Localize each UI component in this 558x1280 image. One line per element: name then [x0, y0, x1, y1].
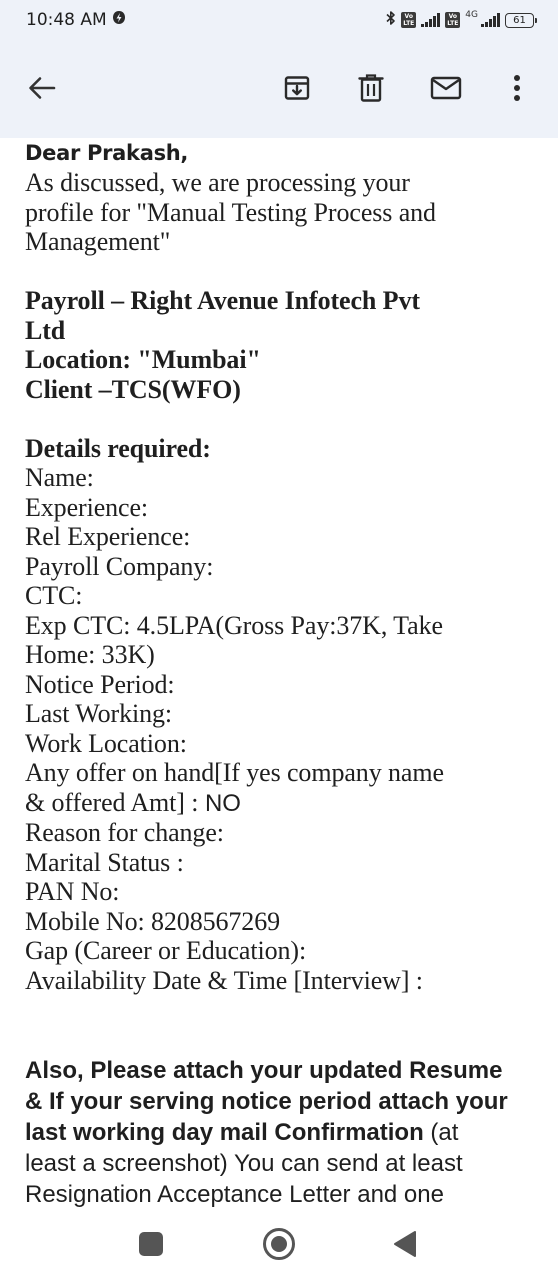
recents-button[interactable] — [133, 1226, 169, 1262]
details-line: Rel Experience: — [25, 522, 191, 551]
battery-icon: 61 — [505, 12, 537, 28]
job-info-line: Payroll – Right Avenue Infotech Pvt — [25, 286, 420, 315]
delete-button[interactable] — [349, 66, 393, 110]
nav-back-button[interactable] — [387, 1226, 423, 1262]
details-line: Reason for change: — [25, 818, 224, 847]
back-button[interactable] — [20, 66, 64, 110]
square-icon — [139, 1232, 163, 1256]
closing-line: last working day mail Confirmation (at — [25, 1117, 540, 1148]
details-line: Work Location: — [25, 728, 187, 758]
offer-line: & offered Amt] : NO — [25, 788, 540, 819]
offer-line-label: & offered Amt] : — [25, 787, 199, 817]
arrow-left-icon — [29, 77, 56, 99]
closing-bold-text: last working day mail Confirmation — [25, 1119, 424, 1146]
intro-line: As discussed, we are processing your — [25, 168, 410, 197]
offer-line-value: NO — [198, 789, 241, 817]
details-line: Marital Status : — [25, 847, 184, 877]
details-line: CTC: — [25, 581, 83, 610]
details-line: Experience: — [25, 492, 149, 522]
status-bar: 10:48 AM Vo LTE Vo LTE 4G 61 — [0, 0, 558, 40]
circle-home-icon — [263, 1228, 295, 1260]
envelope-icon — [430, 76, 462, 100]
intro-line: profile for "Manual Testing Process and — [25, 197, 436, 227]
status-time: 10:48 AM — [26, 10, 107, 30]
intro-line: Management" — [25, 227, 171, 256]
details-line: Notice Period: — [25, 669, 175, 699]
more-options-button[interactable] — [495, 66, 539, 110]
closing-line: Also, Please attach your updated Resume — [25, 1055, 540, 1086]
details-line: Last Working: — [25, 699, 173, 728]
trash-icon — [358, 74, 384, 102]
details-line: Name: — [25, 463, 94, 492]
bluetooth-icon — [386, 10, 396, 30]
archive-icon — [284, 76, 310, 100]
archive-button[interactable] — [275, 66, 319, 110]
details-line: Mobile No: 8208567269 — [25, 906, 281, 936]
closing-normal-text: (at — [423, 1119, 459, 1146]
job-info-line: Ltd — [25, 315, 66, 345]
closing-bold-text: Also, Please attach your updated Resume — [25, 1057, 503, 1084]
signal-icon-1 — [421, 13, 441, 27]
more-vertical-icon — [514, 75, 520, 101]
details-line: Availability Date & Time [Interview] : — [25, 965, 423, 995]
email-greeting: Dear Prakash, — [25, 141, 189, 165]
network-type: 4G — [465, 9, 478, 20]
details-line: Home: 33K) — [25, 640, 155, 669]
volte-badge-1: Vo LTE — [401, 12, 417, 28]
details-line: Any offer on hand[If yes company name — [25, 758, 444, 787]
closing-line: Resignation Acceptance Letter and one — [25, 1181, 444, 1208]
mark-unread-button[interactable] — [424, 66, 468, 110]
volte-badge-2: Vo LTE — [445, 12, 461, 28]
closing-line: least a screenshot) You can send at leas… — [25, 1150, 463, 1177]
email-toolbar — [0, 40, 558, 138]
details-line: PAN No: — [25, 877, 120, 906]
closing-bold-text: & If your serving notice period attach y… — [25, 1088, 508, 1115]
details-line: Payroll Company: — [25, 551, 214, 581]
details-heading: Details required: — [25, 433, 211, 463]
closing-line: & If your serving notice period attach y… — [25, 1086, 540, 1117]
details-line: Gap (Career or Education): — [25, 936, 307, 965]
signal-icon-2 — [481, 13, 500, 27]
job-info-line: Client –TCS(WFO) — [25, 374, 241, 404]
system-nav-bar — [0, 1208, 558, 1280]
home-button[interactable] — [261, 1226, 297, 1262]
details-line: Exp CTC: 4.5LPA(Gross Pay:37K, Take — [25, 610, 443, 640]
email-body: Dear Prakash, As discussed, we are proce… — [25, 138, 540, 1208]
triangle-back-icon — [394, 1231, 416, 1257]
data-saver-icon — [112, 10, 126, 30]
job-info-line: Location: "Mumbai" — [25, 345, 261, 374]
